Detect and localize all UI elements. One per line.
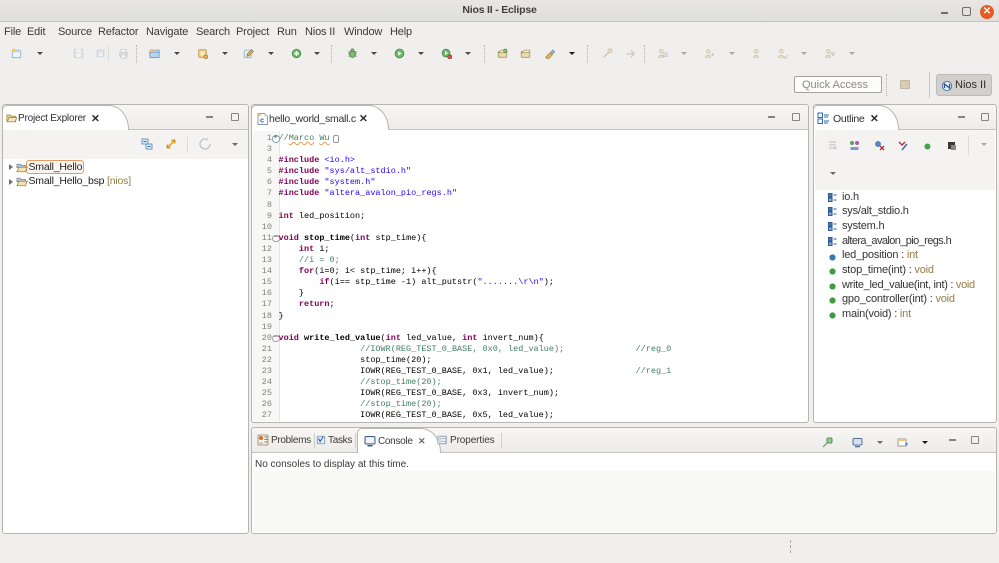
svg-text:c: c xyxy=(260,116,264,125)
